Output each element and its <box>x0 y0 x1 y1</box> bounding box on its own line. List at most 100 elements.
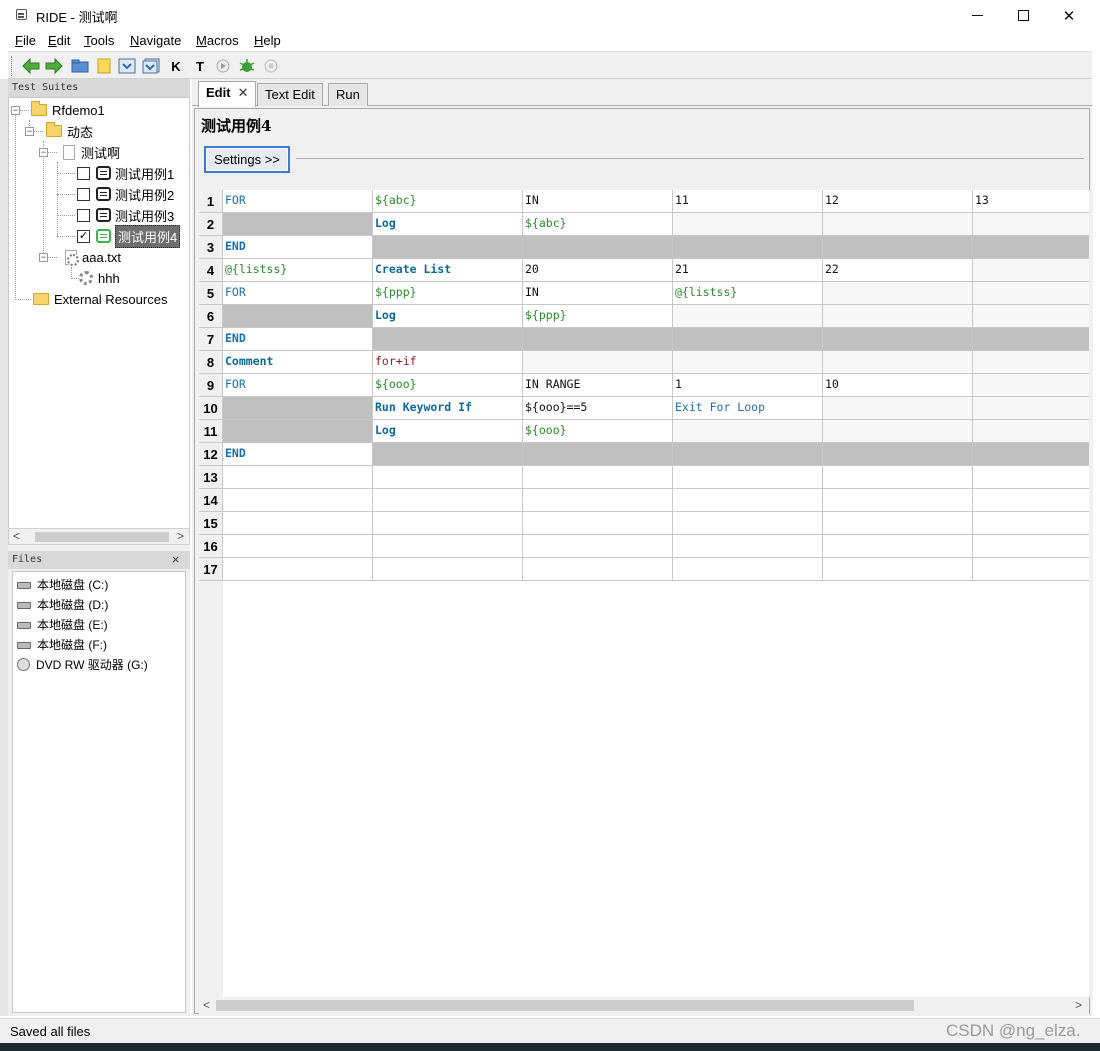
grid-cell[interactable] <box>223 489 373 512</box>
toolbar-grip[interactable] <box>11 56 14 76</box>
scroll-left-icon[interactable]: < <box>203 998 210 1012</box>
grid-cell[interactable] <box>973 213 1089 236</box>
grid-cell[interactable]: @{listss} <box>673 282 823 305</box>
grid-cell[interactable]: 21 <box>673 259 823 282</box>
grid-cell[interactable] <box>223 213 373 236</box>
grid-cell[interactable]: END <box>223 443 373 466</box>
menu-navigate[interactable]: Navigate <box>130 33 181 48</box>
grid-cell[interactable] <box>373 236 523 259</box>
grid-cell[interactable] <box>523 328 673 351</box>
row-number[interactable]: 10 <box>199 397 223 420</box>
grid-cell[interactable] <box>673 443 823 466</box>
tree-node-testcase-3[interactable]: 测试用例3 <box>77 205 174 225</box>
grid-cell[interactable] <box>223 558 373 581</box>
grid-cell[interactable]: IN <box>523 190 673 213</box>
new-file-icon[interactable] <box>95 57 113 75</box>
grid-cell[interactable] <box>673 305 823 328</box>
collapse-icon[interactable]: − <box>39 148 48 157</box>
menu-edit[interactable]: Edit <box>48 33 70 48</box>
row-number[interactable]: 1 <box>199 190 223 213</box>
menu-file[interactable]: File <box>15 33 36 48</box>
close-tab-icon[interactable]: ✕ <box>238 85 249 100</box>
grid-cell[interactable] <box>823 443 973 466</box>
grid-cell[interactable] <box>973 282 1089 305</box>
grid-cell[interactable] <box>973 443 1089 466</box>
grid-cell[interactable]: FOR <box>223 190 373 213</box>
scroll-right-icon[interactable]: > <box>177 529 184 543</box>
grid-cell[interactable]: Comment <box>223 351 373 374</box>
row-number[interactable]: 3 <box>199 236 223 259</box>
grid-cell[interactable]: Exit For Loop <box>673 397 823 420</box>
grid-cell[interactable] <box>523 351 673 374</box>
grid-cell[interactable] <box>823 351 973 374</box>
grid-cell[interactable] <box>523 236 673 259</box>
drive-item[interactable]: DVD RW 驱动器 (G:) <box>17 654 148 674</box>
grid-cell[interactable]: IN <box>523 282 673 305</box>
grid-cell[interactable] <box>673 213 823 236</box>
grid-cell[interactable] <box>823 489 973 512</box>
grid-cell[interactable] <box>823 328 973 351</box>
grid-cell[interactable]: ${ooo}==5 <box>523 397 673 420</box>
back-arrow-icon[interactable] <box>22 57 40 75</box>
tree-node-testcase-1[interactable]: 测试用例1 <box>77 163 174 183</box>
grid-cell[interactable] <box>373 443 523 466</box>
grid-cell[interactable] <box>673 351 823 374</box>
grid-cell[interactable] <box>973 351 1089 374</box>
grid-cell[interactable]: Run Keyword If <box>373 397 523 420</box>
tree-node-external-resources[interactable]: External Resources <box>33 289 167 309</box>
grid-cell[interactable] <box>823 512 973 535</box>
grid-cell[interactable]: ${ppp} <box>523 305 673 328</box>
grid-cell[interactable]: 13 <box>973 190 1089 213</box>
grid-cell[interactable] <box>523 466 673 489</box>
collapse-icon[interactable]: − <box>39 253 48 262</box>
tree-node-testcase-4[interactable]: ✓ 测试用例4 <box>77 224 181 248</box>
grid-cell[interactable] <box>973 558 1089 581</box>
tree-node-suite[interactable]: 测试啊 <box>63 142 120 162</box>
grid-cell[interactable] <box>973 466 1089 489</box>
debug-icon[interactable] <box>238 57 256 75</box>
grid-cell[interactable] <box>373 489 523 512</box>
grid-cell[interactable] <box>223 397 373 420</box>
grid-cell[interactable] <box>373 535 523 558</box>
grid-cell[interactable] <box>223 466 373 489</box>
grid-cell[interactable]: for+if <box>373 351 523 374</box>
grid-cell[interactable] <box>973 374 1089 397</box>
grid-cell[interactable] <box>823 535 973 558</box>
grid-cell[interactable] <box>973 328 1089 351</box>
tree-node-keyword[interactable]: hhh <box>79 268 120 288</box>
grid-cell[interactable] <box>223 420 373 443</box>
grid-cell[interactable] <box>823 305 973 328</box>
grid-cell[interactable] <box>973 420 1089 443</box>
grid-cell[interactable] <box>673 535 823 558</box>
grid-cell[interactable]: IN RANGE <box>523 374 673 397</box>
drive-item[interactable]: 本地磁盘 (D:) <box>17 594 108 614</box>
grid-cell[interactable]: FOR <box>223 282 373 305</box>
grid-cell[interactable]: END <box>223 236 373 259</box>
grid-cell[interactable]: ${ooo} <box>373 374 523 397</box>
grid-cell[interactable] <box>823 236 973 259</box>
grid-cell[interactable]: Log <box>373 213 523 236</box>
grid-cell[interactable]: ${abc} <box>373 190 523 213</box>
grid-cell[interactable]: Create List <box>373 259 523 282</box>
grid-cell[interactable]: FOR <box>223 374 373 397</box>
grid-cell[interactable] <box>373 328 523 351</box>
scrollbar-thumb[interactable] <box>216 1000 914 1011</box>
stop-icon[interactable] <box>262 57 280 75</box>
grid-cell[interactable] <box>823 213 973 236</box>
scrollbar-thumb[interactable] <box>35 532 169 542</box>
grid-cell[interactable]: 12 <box>823 190 973 213</box>
collapse-icon[interactable]: − <box>11 106 20 115</box>
grid-cell[interactable]: Log <box>373 420 523 443</box>
grid-cell[interactable] <box>223 535 373 558</box>
grid-cell[interactable]: ${abc} <box>523 213 673 236</box>
grid-cell[interactable]: 10 <box>823 374 973 397</box>
tab-text-edit[interactable]: Text Edit <box>257 83 323 106</box>
grid-cell[interactable] <box>973 512 1089 535</box>
grid-cell[interactable] <box>373 466 523 489</box>
settings-button[interactable]: Settings >> <box>204 146 290 173</box>
testcase-checkbox[interactable] <box>77 208 90 222</box>
row-number[interactable]: 6 <box>199 305 223 328</box>
grid-cell[interactable] <box>823 466 973 489</box>
grid-cell[interactable]: 1 <box>673 374 823 397</box>
grid-cell[interactable] <box>823 397 973 420</box>
